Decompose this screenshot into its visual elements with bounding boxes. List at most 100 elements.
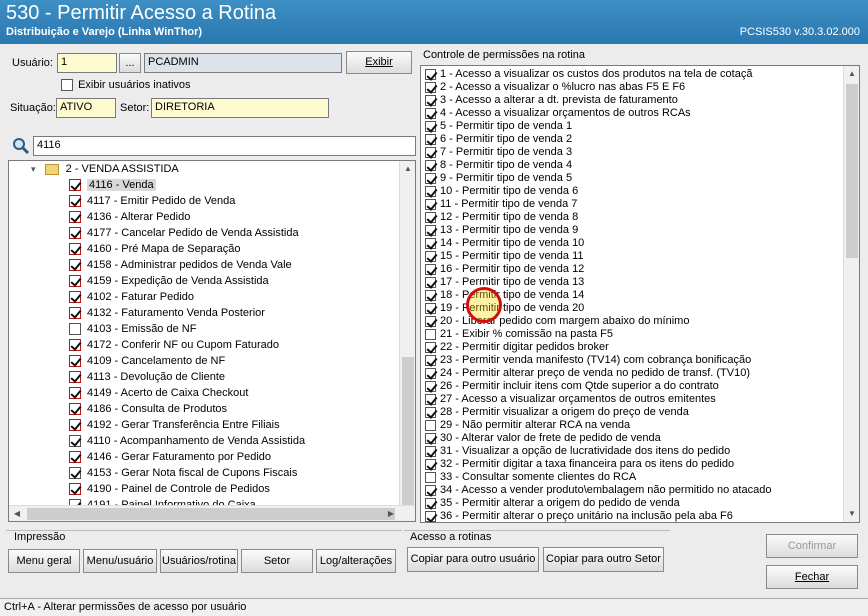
inativos-option[interactable]: Exibir usuários inativos [61,79,191,92]
permission-item[interactable]: 20 - Liberar pedido com margem abaixo do… [425,315,689,328]
permission-item[interactable]: 6 - Permitir tipo de venda 2 [425,133,572,146]
permission-checkbox[interactable] [425,458,436,470]
permission-item[interactable]: 35 - Permitir alterar a origem do pedido… [425,497,680,510]
tree-item[interactable]: 4116 - Venda [69,177,156,193]
permission-checkbox[interactable] [425,185,436,197]
tree-item[interactable]: 4132 - Faturamento Venda Posterior [69,305,265,321]
permission-item[interactable]: 9 - Permitir tipo de venda 5 [425,172,572,185]
permission-checkbox[interactable] [425,367,436,379]
permission-checkbox[interactable] [425,354,436,366]
permission-item[interactable]: 23 - Permitir venda manifesto (TV14) com… [425,354,751,367]
permission-checkbox[interactable] [425,302,436,314]
permission-item[interactable]: 18 - Permitir tipo de venda 14 [425,289,584,302]
tree-hscroll-thumb[interactable] [27,508,395,520]
permission-item[interactable]: 31 - Visualizar a opção de lucratividade… [425,445,730,458]
permission-item[interactable]: 16 - Permitir tipo de venda 12 [425,263,584,276]
permission-checkbox[interactable] [425,380,436,392]
permission-item[interactable]: 13 - Permitir tipo de venda 9 [425,224,578,237]
tree-item[interactable]: 4146 - Gerar Faturamento por Pedido [69,449,271,465]
tree-item-checkbox[interactable] [69,483,81,496]
log-alteracoes-button[interactable]: Log/alterações [316,549,396,573]
setor-button[interactable]: Setor [241,549,313,573]
exibir-button[interactable]: Exibir [346,51,412,74]
permission-checkbox[interactable] [425,497,436,509]
perm-scroll-thumb[interactable] [846,84,858,258]
tree-item[interactable]: 4149 - Acerto de Caixa Checkout [69,385,248,401]
permission-checkbox[interactable] [425,393,436,405]
collapse-chevron-icon[interactable]: ▾ [31,164,36,174]
permission-checkbox[interactable] [425,263,436,275]
tree-item[interactable]: 4160 - Pré Mapa de Separação [69,241,241,257]
tree-item-checkbox[interactable] [69,371,81,384]
permission-item[interactable]: 21 - Exibir % comissão na pasta F5 [425,328,613,341]
tree-item-checkbox[interactable] [69,451,81,464]
permission-checkbox[interactable] [425,341,436,353]
permission-checkbox[interactable] [425,159,436,171]
permission-item[interactable]: 14 - Permitir tipo de venda 10 [425,237,584,250]
confirmar-button[interactable]: Confirmar [766,534,858,558]
permission-item[interactable]: 7 - Permitir tipo de venda 3 [425,146,572,159]
permission-checkbox[interactable] [425,289,436,301]
tree-item[interactable]: 4102 - Faturar Pedido [69,289,194,305]
permission-item[interactable]: 19 - Permitir tipo de venda 20 [425,302,584,315]
tree-item-checkbox[interactable] [69,195,81,208]
permission-checkbox[interactable] [425,81,436,93]
permission-checkbox[interactable] [425,250,436,262]
tree-item-checkbox[interactable] [69,275,81,288]
permission-item[interactable]: 29 - Não permitir alterar RCA na venda [425,419,630,432]
permission-checkbox[interactable] [425,445,436,457]
permission-checkbox[interactable] [425,276,436,288]
tree-horizontal-scrollbar[interactable]: ◀ ▶ [9,505,415,521]
tree-item-checkbox[interactable] [69,339,81,352]
permission-item[interactable]: 17 - Permitir tipo de venda 13 [425,276,584,289]
permission-checkbox[interactable] [425,328,436,340]
tree-item[interactable]: 4158 - Administrar pedidos de Venda Vale [69,257,292,273]
tree-item[interactable]: 4190 - Painel de Controle de Pedidos [69,481,270,497]
permission-checkbox[interactable] [425,471,436,483]
permission-item[interactable]: 28 - Permitir visualizar a origem do pre… [425,406,689,419]
scroll-up-icon[interactable]: ▲ [400,161,415,177]
permission-checkbox[interactable] [425,510,436,522]
permission-item[interactable]: 2 - Acesso a visualizar o %lucro nas aba… [425,81,685,94]
tree-item[interactable]: 4172 - Conferir NF ou Cupom Faturado [69,337,279,353]
tree-item[interactable]: 4192 - Gerar Transferência Entre Filiais [69,417,280,433]
permission-item[interactable]: 36 - Permitir alterar o preço unitário n… [425,510,733,522]
tree-item-checkbox[interactable] [69,259,81,272]
scroll-left-icon[interactable]: ◀ [9,506,25,521]
tree-item[interactable]: 4109 - Cancelamento de NF [69,353,225,369]
tree-vertical-scrollbar[interactable]: ▲ [399,161,415,505]
permission-checkbox[interactable] [425,146,436,158]
permission-item[interactable]: 32 - Permitir digitar a taxa financeira … [425,458,734,471]
tree-item-checkbox[interactable] [69,307,81,320]
permission-item[interactable]: 33 - Consultar somente clientes do RCA [425,471,636,484]
permission-checkbox[interactable] [425,107,436,119]
tree-item[interactable]: 4110 - Acompanhamento de Venda Assistida [69,433,305,449]
tree-item[interactable]: 4186 - Consulta de Produtos [69,401,227,417]
permission-item[interactable]: 30 - Alterar valor de frete de pedido de… [425,432,661,445]
tree-item-checkbox[interactable] [69,403,81,416]
permission-checkbox[interactable] [425,133,436,145]
permissions-scrollbar[interactable]: ▲ ▼ [843,66,859,522]
permission-checkbox[interactable] [425,419,436,431]
permission-checkbox[interactable] [425,68,436,80]
perm-scroll-down-icon[interactable]: ▼ [844,506,859,522]
permission-item[interactable]: 34 - Acesso a vender produto\embalagem n… [425,484,771,497]
tree-item[interactable]: 4159 - Expedição de Venda Assistida [69,273,269,289]
permission-checkbox[interactable] [425,94,436,106]
menu-geral-button[interactable]: Menu geral [8,549,80,573]
permission-item[interactable]: 24 - Permitir alterar preço de venda no … [425,367,750,380]
permission-item[interactable]: 5 - Permitir tipo de venda 1 [425,120,572,133]
tree-item[interactable]: 4113 - Devolução de Cliente [69,369,225,385]
permission-item[interactable]: 3 - Acesso a alterar a dt. prevista de f… [425,94,678,107]
tree-item-checkbox[interactable] [69,243,81,256]
usuarios-rotina-button[interactable]: Usuários/rotina [160,549,238,573]
copy-to-user-button[interactable]: Copiar para outro usuário [407,547,539,572]
permission-item[interactable]: 4 - Acesso a visualizar orçamentos de ou… [425,107,691,120]
tree-item-checkbox[interactable] [69,291,81,304]
permission-checkbox[interactable] [425,198,436,210]
permission-checkbox[interactable] [425,315,436,327]
permission-checkbox[interactable] [425,237,436,249]
tree-group-row[interactable]: ▾ 2 - VENDA ASSISTIDA [31,161,179,177]
tree-item[interactable]: 4103 - Emissão de NF [69,321,196,337]
tree-item-checkbox[interactable] [69,211,81,224]
